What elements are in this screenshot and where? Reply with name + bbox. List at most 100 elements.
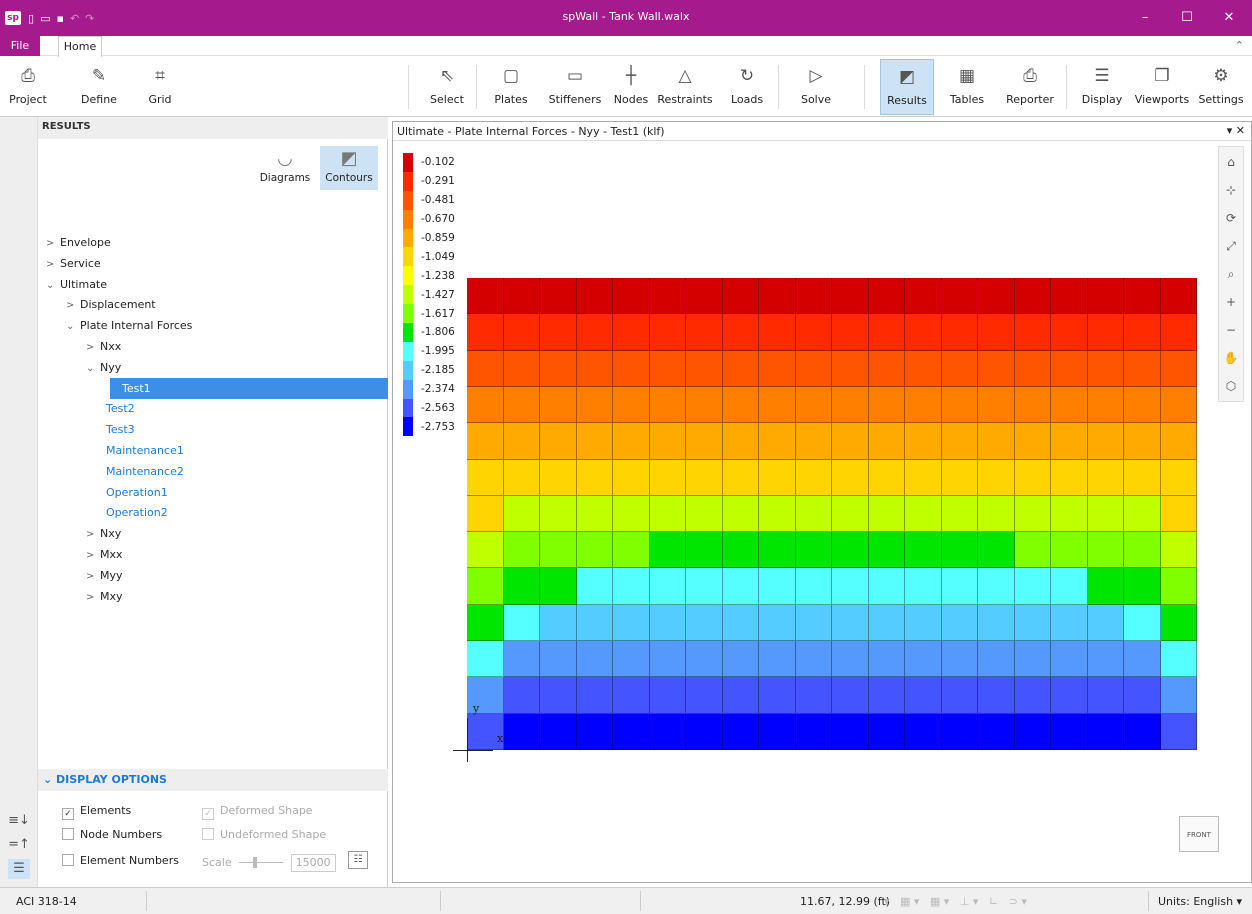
viewport-controls[interactable]: ▾ ✕ [1227, 124, 1245, 137]
chevron-right-icon[interactable]: > [66, 295, 80, 316]
maximize-button[interactable]: ☐ [1172, 8, 1202, 28]
chevron-right-icon[interactable]: > [86, 337, 100, 358]
status-tools[interactable]: ▾ ▦ ▾ ▦ ▾ ⊥ ▾ ∟ ⊃ ▾ [884, 895, 1027, 908]
tree-item[interactable]: > Nxx [86, 336, 121, 357]
ribbon-project-button[interactable]: ⎙ Project [4, 59, 52, 115]
tree-item[interactable]: Test1 [110, 377, 388, 399]
chevron-right-icon[interactable]: > [86, 587, 100, 608]
tree-item[interactable]: > Envelope [46, 232, 111, 253]
ribbon-settings-button[interactable]: ⚙ Settings [1194, 59, 1248, 115]
minimize-button[interactable]: – [1130, 8, 1160, 28]
ribbon-plates-button[interactable]: ▢ Plates [484, 59, 538, 115]
close-button[interactable]: ✕ [1214, 8, 1244, 28]
axes-icon[interactable]: ⊹ [1219, 179, 1243, 201]
sort-down-icon[interactable]: ≡↓ [8, 811, 30, 831]
chevron-right-icon[interactable]: > [86, 566, 100, 587]
tables-icon: ▦ [958, 66, 976, 86]
zoom-extents-icon[interactable]: ⤢ [1219, 235, 1243, 257]
elements-checkbox[interactable]: ✓ Elements [62, 804, 131, 820]
tree-item[interactable]: Test2 [106, 398, 135, 419]
tree-item[interactable]: ⌄ Ultimate [46, 274, 107, 295]
diagrams-button[interactable]: ◡ Diagrams [256, 146, 314, 190]
ribbon-loads-button[interactable]: ↻ Loads [720, 59, 774, 115]
ribbon-reporter-button[interactable]: ⎙ Reporter [1000, 59, 1060, 115]
tree-item[interactable]: > Mxy [86, 586, 123, 607]
tree-item[interactable]: Maintenance2 [106, 461, 184, 482]
chevron-right-icon[interactable]: > [46, 233, 60, 254]
nodes-icon: ┼ [625, 66, 637, 86]
contour-cell [759, 604, 796, 642]
contour-cell [1160, 278, 1197, 315]
ribbon-restraints-button[interactable]: △ Restraints [652, 59, 718, 115]
contour-cell [978, 532, 1015, 569]
ribbon-tabs: File Home ⌃ [0, 36, 1252, 57]
tree-item[interactable]: Operation2 [106, 502, 168, 523]
ribbon-nodes-button[interactable]: ┼ Nodes [608, 59, 654, 115]
tree-item[interactable]: ⌄ Nyy [86, 357, 121, 378]
tree-item[interactable]: Operation1 [106, 482, 168, 503]
rotate-icon[interactable]: ⟳ [1219, 207, 1243, 229]
legend-swatch [403, 266, 413, 286]
tree-item-label: Nxy [100, 527, 122, 541]
deformed-shape-checkbox[interactable]: ✓ Deformed Shape [202, 804, 313, 820]
ribbon-tables-button[interactable]: ▦ Tables [946, 59, 988, 115]
home-view-icon[interactable]: ⌂ [1219, 151, 1243, 173]
chevron-down-icon[interactable]: ⌄ [86, 358, 100, 379]
view-cube-icon[interactable]: ⬡ [1219, 375, 1243, 397]
units-selector[interactable]: Units: English ▾ [1158, 895, 1242, 908]
collapse-ribbon-icon[interactable]: ⌃ [1235, 39, 1244, 52]
chevron-down-icon[interactable]: ⌄ [46, 275, 60, 296]
chevron-down-icon[interactable]: ⌄ [66, 316, 80, 337]
contour-cell [686, 495, 723, 533]
chevron-right-icon[interactable]: > [46, 254, 60, 275]
options-list-icon[interactable]: ☷ [348, 851, 368, 869]
tree-item[interactable]: ⌄ Plate Internal Forces [66, 315, 192, 336]
node-numbers-checkbox[interactable]: Node Numbers [62, 828, 162, 842]
ribbon-solve-button[interactable]: ▷ Solve [792, 59, 840, 115]
ribbon-label: Settings [1198, 93, 1244, 106]
tree-item[interactable]: > Service [46, 253, 101, 274]
tree-item[interactable]: Maintenance1 [106, 440, 184, 461]
tree-item[interactable]: > Displacement [66, 294, 156, 315]
contour-cell [503, 278, 540, 315]
contour-cell [613, 677, 650, 714]
undeformed-shape-checkbox[interactable]: Undeformed Shape [202, 828, 326, 842]
ribbon-grid-button[interactable]: ⌗ Grid [136, 59, 184, 115]
ribbon-results-button[interactable]: ◩ Results [880, 59, 934, 115]
tab-home[interactable]: Home [58, 36, 102, 57]
tree-item[interactable]: > Nxy [86, 523, 121, 544]
tab-file[interactable]: File [0, 36, 40, 56]
contours-button[interactable]: ◩ Contours [320, 146, 378, 190]
ribbon-viewports-button[interactable]: ❐ Viewports [1132, 59, 1192, 115]
contour-cell [941, 386, 978, 424]
contour-cell [1051, 459, 1088, 496]
tree-item[interactable]: > Mxx [86, 544, 123, 565]
list-view-icon[interactable]: ☰ [8, 859, 30, 879]
zoom-window-icon[interactable]: ⌕ [1219, 263, 1243, 285]
view-cube[interactable]: FRONT [1179, 816, 1219, 852]
contour-cell [905, 314, 942, 351]
scale-input[interactable]: 15000 [290, 854, 336, 872]
x-axis-label: x [497, 732, 504, 745]
ribbon-define-button[interactable]: ✎ Define [74, 59, 124, 115]
ribbon-display-button[interactable]: ☰ Display [1078, 59, 1126, 115]
contour-cell [576, 604, 613, 642]
tree-item[interactable]: Test3 [106, 419, 135, 440]
ribbon-stiffeners-button[interactable]: ▭ Stiffeners [542, 59, 608, 115]
chevron-right-icon[interactable]: > [86, 545, 100, 566]
pan-icon[interactable]: ✋ [1219, 347, 1243, 369]
sort-up-icon[interactable]: =↑ [8, 835, 30, 855]
zoom-in-icon[interactable]: + [1219, 291, 1243, 313]
contour-cell [1124, 314, 1161, 351]
contour-cell [795, 350, 832, 387]
tree-item[interactable]: > Myy [86, 565, 123, 586]
ribbon-select-button[interactable]: ⇖ Select [424, 59, 470, 115]
scale-slider[interactable] [239, 857, 284, 868]
y-axis-line [467, 718, 468, 762]
contour-plot[interactable] [467, 278, 1197, 750]
element-numbers-checkbox[interactable]: Element Numbers [62, 854, 179, 868]
chevron-right-icon[interactable]: > [86, 524, 100, 545]
viewport[interactable]: Ultimate - Plate Internal Forces - Nyy -… [392, 121, 1252, 883]
zoom-out-icon[interactable]: − [1219, 319, 1243, 341]
display-options-header[interactable]: ⌄ DISPLAY OPTIONS [38, 769, 388, 791]
